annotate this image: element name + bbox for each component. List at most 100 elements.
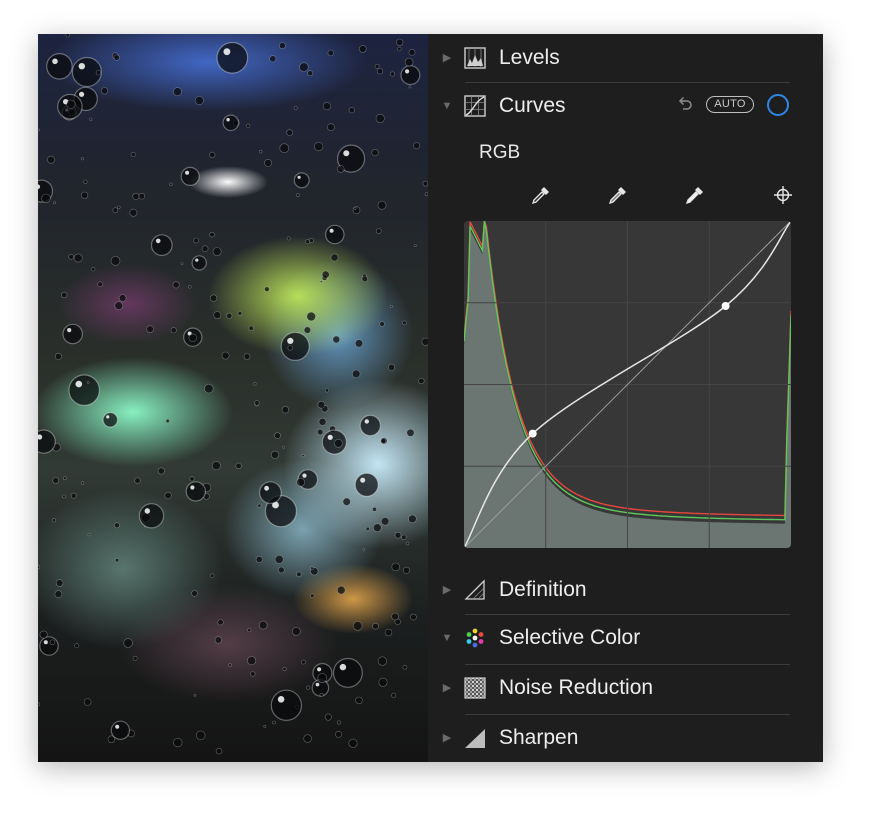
raindrop (259, 149, 263, 154)
raindrop (391, 612, 399, 621)
raindrop (66, 99, 76, 109)
raindrop (194, 95, 204, 105)
raindrop-highlight (144, 508, 150, 514)
raindrop (68, 254, 75, 260)
raindrop (264, 286, 270, 292)
raindrop (97, 281, 104, 288)
expand-triangle-icon[interactable]: ▶ (441, 583, 453, 597)
raindrop (188, 333, 198, 342)
raindrop (287, 345, 293, 351)
raindrop-highlight (302, 473, 307, 478)
raindrop (324, 224, 345, 245)
photo-preview[interactable] (38, 34, 428, 762)
raindrop (47, 155, 55, 164)
raindrop (210, 294, 218, 302)
raindrop (226, 312, 233, 319)
collapse-triangle-icon[interactable]: ▼ (441, 99, 453, 113)
raindrop (123, 638, 133, 648)
section-sharpen[interactable]: ▶ Sharpen (428, 714, 823, 762)
raindrop (132, 655, 138, 661)
undo-icon[interactable] (676, 95, 694, 113)
raindrop (80, 191, 89, 199)
section-selective-color[interactable]: ▼ Selective Color (428, 614, 823, 662)
raindrop (83, 698, 92, 706)
raindrop (172, 281, 180, 289)
raindrop (62, 323, 83, 345)
raindrop (378, 677, 388, 687)
raindrop (301, 659, 306, 665)
raindrops-overlay (38, 34, 428, 755)
raindrop (83, 179, 88, 184)
raindrop (253, 382, 257, 386)
raindrop (250, 671, 256, 677)
raindrop (413, 244, 417, 248)
raindrop (191, 590, 198, 597)
raindrop (165, 418, 170, 424)
raindrop (317, 673, 328, 683)
raindrop (296, 477, 306, 487)
raindrop (293, 106, 298, 111)
raindrop (401, 534, 407, 540)
raindrop (348, 107, 355, 114)
expand-triangle-icon[interactable]: ▶ (441, 731, 453, 745)
white-point-eyedropper-icon[interactable] (682, 182, 708, 208)
black-point-eyedropper-icon[interactable] (528, 182, 554, 208)
auto-button[interactable]: AUTO (706, 96, 754, 113)
raindrop (418, 377, 425, 385)
raindrop (114, 301, 124, 311)
raindrop (86, 381, 90, 384)
raindrop (39, 636, 59, 656)
section-curves[interactable]: ▼ Curves (428, 82, 823, 130)
raindrop (146, 325, 154, 333)
raindrop (355, 696, 363, 705)
sharpen-icon (464, 727, 486, 749)
raindrop-highlight (327, 434, 333, 440)
raindrop (379, 321, 385, 327)
raindrop (271, 450, 280, 459)
target-adjust-icon[interactable] (770, 182, 796, 208)
raindrop (217, 619, 224, 626)
raindrop (375, 113, 385, 123)
expand-triangle-icon[interactable]: ▶ (441, 51, 453, 65)
raindrop (296, 571, 302, 577)
raindrop (214, 636, 222, 644)
raindrop (377, 656, 388, 666)
curves-graph[interactable] (464, 221, 791, 548)
raindrop-highlight (155, 238, 161, 244)
raindrop (359, 414, 381, 437)
raindrop (280, 331, 310, 361)
raindrop (408, 85, 412, 89)
raindrop (46, 52, 73, 80)
raindrop (317, 400, 326, 409)
raindrop (209, 151, 216, 158)
raindrop (387, 363, 395, 371)
raindrop (247, 656, 257, 666)
raindrop (332, 335, 341, 344)
raindrop (110, 720, 131, 741)
raindrop (286, 129, 293, 136)
section-noise-reduction[interactable]: ▶ Noise Reduction (428, 664, 823, 712)
section-definition[interactable]: ▶ Definition (428, 566, 823, 614)
raindrop (185, 481, 206, 502)
raindrop (274, 555, 284, 564)
expand-triangle-icon[interactable]: ▶ (441, 681, 453, 695)
channel-selector[interactable]: RGB (479, 142, 520, 164)
raindrop (362, 547, 366, 551)
collapse-triangle-icon[interactable]: ▼ (441, 631, 453, 645)
raindrop (348, 738, 358, 748)
raindrop-highlight (339, 663, 347, 671)
raindrop (180, 262, 184, 265)
raindrop (247, 628, 252, 633)
section-levels[interactable]: ▶ Levels (428, 34, 823, 82)
raindrop (282, 666, 287, 671)
raindrop (353, 621, 363, 631)
raindrop (278, 566, 285, 574)
raindrop (113, 54, 120, 61)
gray-point-eyedropper-icon[interactable] (605, 182, 631, 208)
raindrop (319, 692, 324, 697)
curves-enable-toggle[interactable] (767, 94, 789, 116)
curve-control-point[interactable] (721, 302, 730, 310)
raindrop-highlight (79, 91, 85, 97)
curve-control-point[interactable] (528, 429, 537, 438)
raindrop (110, 256, 121, 266)
